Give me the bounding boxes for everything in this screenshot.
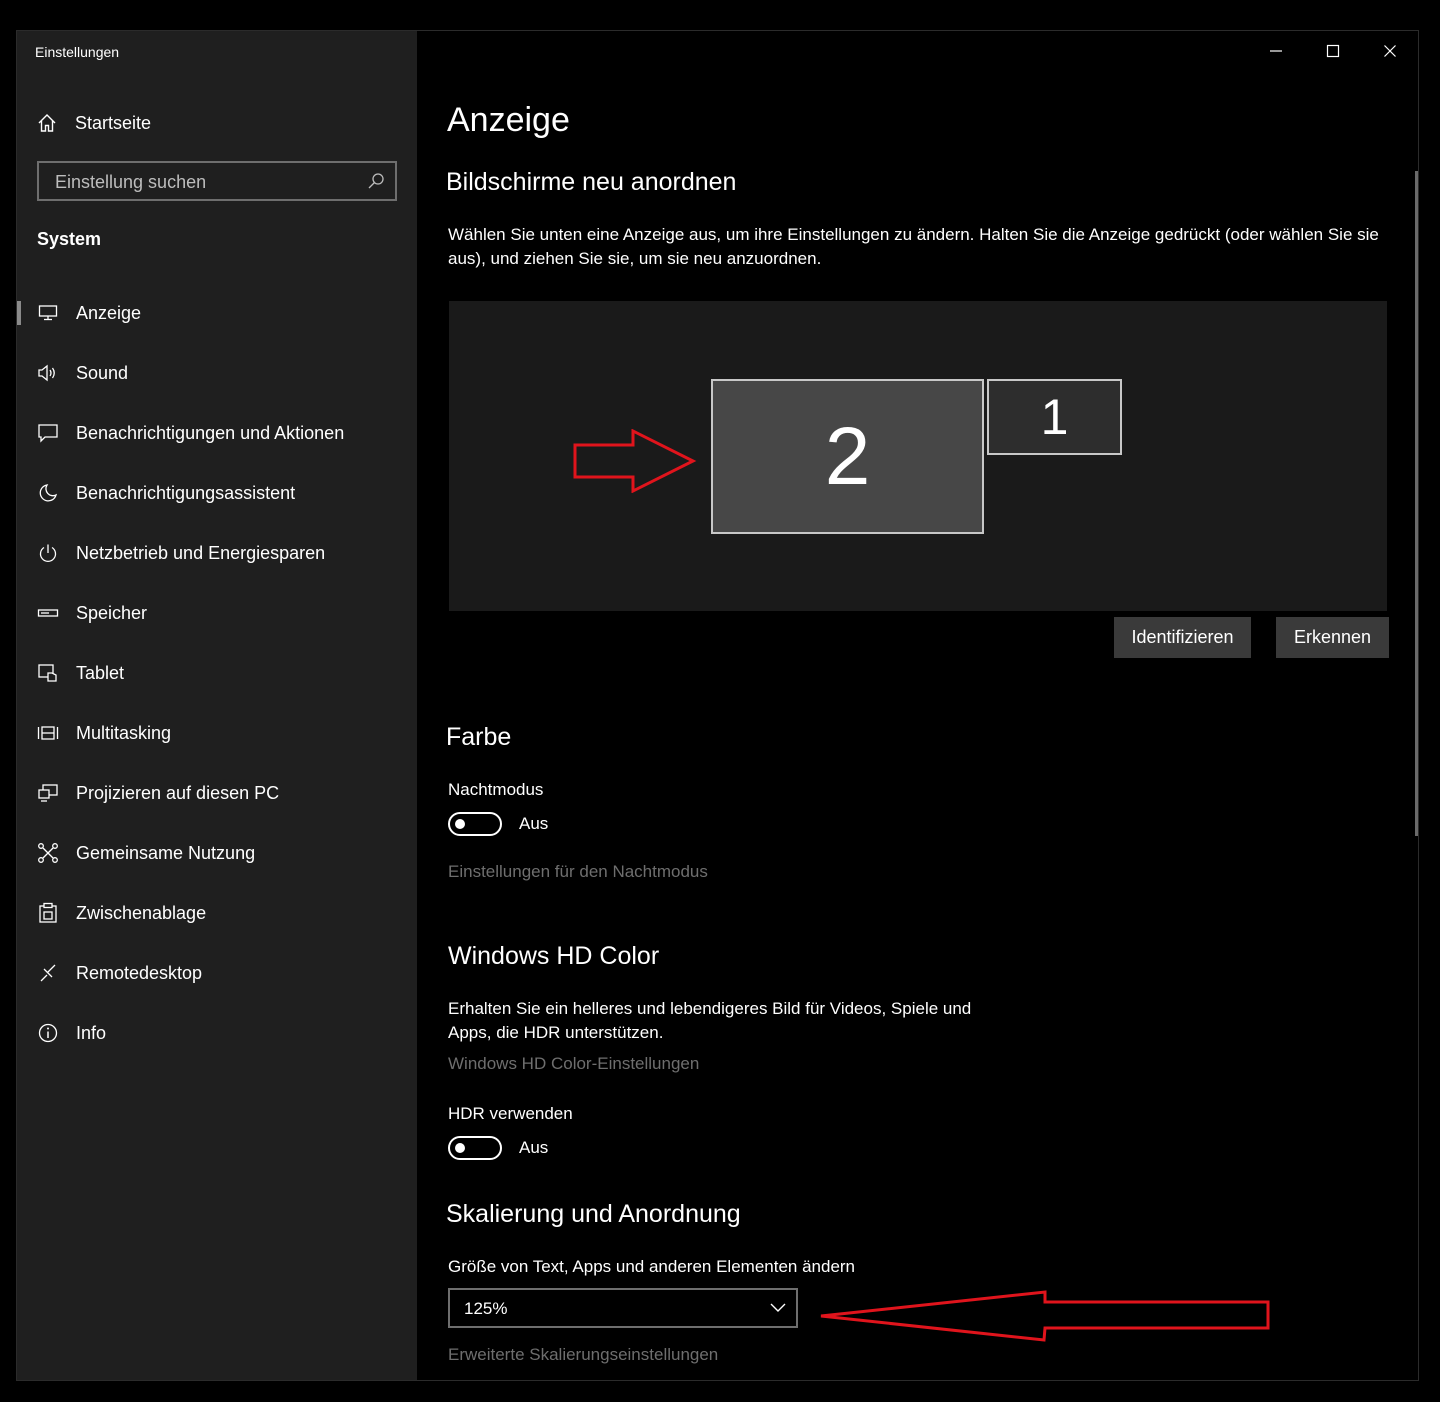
toggle-state: Aus: [519, 814, 549, 833]
advanced-scaling-link[interactable]: Erweiterte Skalierungseinstellungen: [448, 1345, 718, 1365]
minimize-button[interactable]: [1247, 31, 1304, 71]
toggle-state: Aus: [519, 1138, 549, 1157]
app-title: Einstellungen: [35, 44, 120, 60]
scrollbar[interactable]: [1415, 171, 1418, 836]
close-icon: [1383, 45, 1396, 57]
sidebar-item-benachrichtigungen[interactable]: Benachrichtigungen und Aktionen: [17, 403, 417, 463]
hdr-settings-link[interactable]: Windows HD Color-Einstellungen: [448, 1054, 699, 1074]
search-box[interactable]: [37, 161, 397, 201]
main-content: Anzeige Bildschirme neu anordnen Wählen …: [417, 31, 1418, 1380]
annotation-arrow: [820, 1290, 1270, 1342]
home-label: Startseite: [75, 112, 152, 133]
chevron-down-icon: [770, 1303, 786, 1312]
night-mode-settings-link[interactable]: Einstellungen für den Nachtmodus: [448, 862, 708, 882]
toggle-switch[interactable]: [448, 812, 502, 836]
home-link[interactable]: Startseite: [37, 109, 151, 137]
sidebar-item-tablet[interactable]: Tablet: [17, 643, 417, 703]
sidebar-item-assistent[interactable]: Benachrichtigungsassistent: [17, 463, 417, 523]
sidebar-item-label: Benachrichtigungen und Aktionen: [76, 422, 345, 443]
storage-icon: [37, 602, 59, 624]
annotation-arrow: [573, 429, 697, 493]
project-icon: [37, 782, 59, 804]
speaker-icon: [37, 362, 59, 384]
sidebar-item-label: Multitasking: [76, 722, 172, 743]
sidebar-item-label: Sound: [76, 362, 129, 383]
arrange-heading: Bildschirme neu anordnen: [446, 168, 737, 196]
sidebar-item-label: Benachrichtigungsassistent: [76, 482, 296, 503]
monitor-1[interactable]: 1: [987, 379, 1122, 455]
scale-dropdown[interactable]: 125%: [448, 1288, 798, 1328]
moon-icon: [37, 482, 59, 504]
use-hdr-label: HDR verwenden: [448, 1104, 573, 1123]
scale-size-label: Größe von Text, Apps und anderen Element…: [448, 1257, 856, 1276]
identify-button[interactable]: Identifizieren: [1114, 617, 1251, 658]
toggle-knob: [455, 819, 465, 829]
night-mode-toggle[interactable]: Aus: [448, 812, 548, 836]
maximize-icon: [1326, 44, 1339, 58]
sidebar-nav: Anzeige Sound Benachrichtigungen und Akt…: [17, 283, 417, 1063]
info-icon: [37, 1022, 59, 1044]
hdr-toggle[interactable]: Aus: [448, 1136, 548, 1160]
maximize-button[interactable]: [1304, 31, 1361, 71]
sidebar-item-label: Projizieren auf diesen PC: [76, 782, 280, 803]
sidebar-item-zwischenablage[interactable]: Zwischenablage: [17, 883, 417, 943]
monitor-icon: [37, 302, 59, 324]
home-icon: [38, 114, 56, 132]
tablet-icon: [37, 662, 59, 684]
sidebar-item-netzbetrieb[interactable]: Netzbetrieb und Energiesparen: [17, 523, 417, 583]
monitor-arrangement[interactable]: 2 1: [449, 301, 1387, 611]
sidebar-item-label: Zwischenablage: [76, 902, 207, 923]
search-icon[interactable]: [367, 172, 385, 190]
page-title: Anzeige: [447, 101, 570, 139]
sidebar-item-label: Anzeige: [76, 302, 142, 323]
sidebar-item-anzeige[interactable]: Anzeige: [17, 283, 417, 343]
multitasking-icon: [37, 722, 59, 744]
monitor-2[interactable]: 2: [711, 379, 984, 534]
monitor-number: 2: [824, 410, 871, 502]
sidebar-item-label: Gemeinsame Nutzung: [76, 842, 256, 863]
scale-value: 125%: [464, 1299, 508, 1318]
sidebar-item-label: Info: [76, 1022, 107, 1043]
sidebar-item-info[interactable]: Info: [17, 1003, 417, 1063]
toggle-knob: [455, 1143, 465, 1153]
sidebar-item-multitasking[interactable]: Multitasking: [17, 703, 417, 763]
sidebar-item-speicher[interactable]: Speicher: [17, 583, 417, 643]
sidebar-item-label: Tablet: [76, 662, 125, 683]
remote-desktop-icon: [37, 962, 59, 984]
close-button[interactable]: [1361, 31, 1418, 71]
scale-heading: Skalierung und Anordnung: [446, 1200, 741, 1228]
sidebar-item-projizieren[interactable]: Projizieren auf diesen PC: [17, 763, 417, 823]
monitor-number: 1: [1040, 389, 1069, 445]
arrange-description: Wählen Sie unten eine Anzeige aus, um ih…: [448, 225, 1379, 268]
detect-button[interactable]: Erkennen: [1276, 617, 1389, 658]
share-icon: [37, 842, 59, 864]
toggle-switch[interactable]: [448, 1136, 502, 1160]
section-title: System: [37, 229, 102, 249]
search-input[interactable]: [53, 163, 357, 201]
sidebar-item-gemeinsame-nutzung[interactable]: Gemeinsame Nutzung: [17, 823, 417, 883]
sidebar-item-label: Remotedesktop: [76, 962, 203, 983]
sidebar-item-label: Speicher: [76, 602, 148, 623]
notification-icon: [37, 422, 59, 444]
settings-window: Einstellungen Startseite System Anzeige: [16, 30, 1419, 1381]
clipboard-icon: [37, 902, 59, 924]
sidebar-item-sound[interactable]: Sound: [17, 343, 417, 403]
hdr-heading: Windows HD Color: [448, 942, 660, 970]
night-mode-label: Nachtmodus: [448, 780, 544, 799]
hdr-description: Erhalten Sie ein helleres und lebendiger…: [448, 999, 972, 1042]
power-icon: [37, 542, 59, 564]
color-heading: Farbe: [446, 723, 512, 751]
sidebar-item-remotedesktop[interactable]: Remotedesktop: [17, 943, 417, 1003]
sidebar-item-label: Netzbetrieb und Energiesparen: [76, 542, 326, 563]
minimize-icon: [1269, 50, 1282, 52]
sidebar: Einstellungen Startseite System Anzeige: [17, 31, 417, 1380]
